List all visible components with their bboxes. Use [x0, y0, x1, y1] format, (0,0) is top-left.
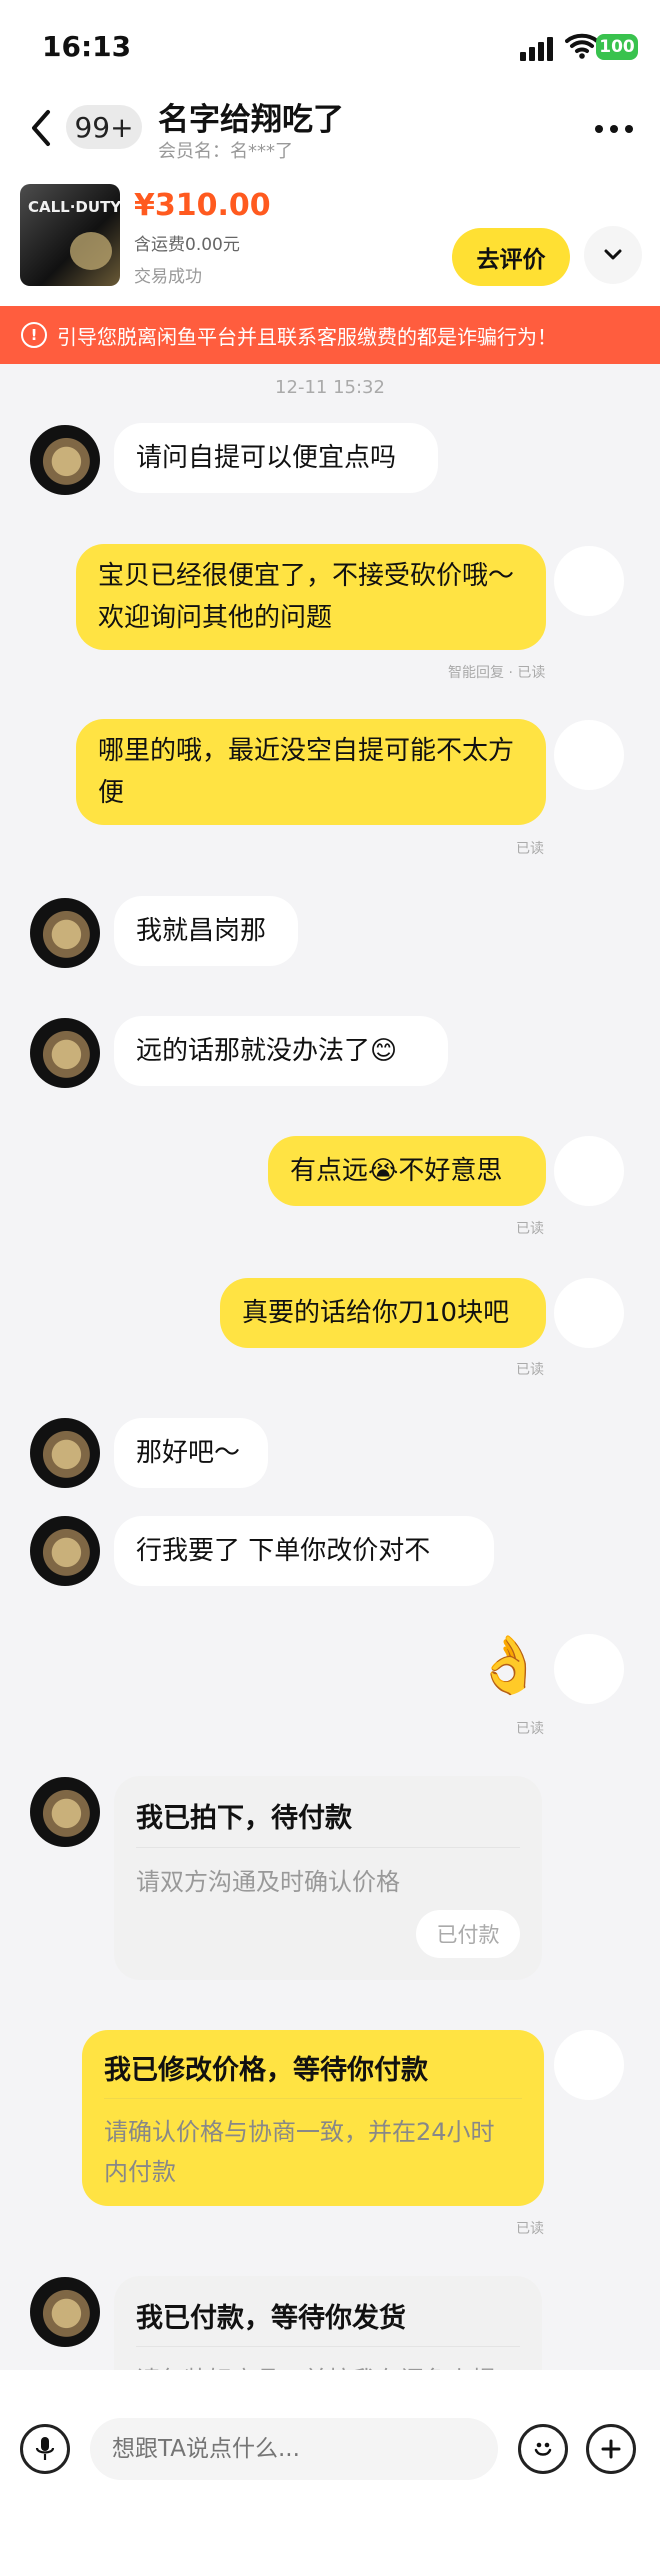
order-card-divider	[136, 2346, 520, 2347]
seller-avatar[interactable]	[30, 1516, 100, 1586]
more-icon[interactable]	[594, 124, 634, 134]
shipping-info: 含运费0.00元	[134, 235, 240, 255]
alert-icon: !	[21, 322, 47, 348]
status-time: 16:13	[42, 30, 132, 63]
message-meta: 已读	[516, 1221, 544, 1237]
order-card-text: 请确认价格与协商一致，并在24小时内付款	[104, 2118, 495, 2186]
chat-message: 哪里的哦，最近没空自提可能不太方便	[76, 719, 546, 825]
seller-avatar[interactable]	[30, 1777, 100, 1847]
product-image-art	[70, 232, 112, 270]
buyer-avatar[interactable]	[554, 1278, 624, 1348]
chat-message: 真要的话给你刀10块吧	[220, 1278, 546, 1348]
chat-message: 那好吧～	[114, 1418, 268, 1488]
seller-avatar[interactable]	[30, 2277, 100, 2347]
product-image-text: CALL·DUTY	[28, 198, 120, 216]
chat-message: 有点远😭不好意思	[268, 1136, 546, 1206]
order-card-text: 请双方沟通及时确认价格	[136, 1868, 400, 1896]
buyer-avatar[interactable]	[554, 720, 624, 790]
message-meta: 已读	[516, 2221, 544, 2237]
more-actions-button[interactable]	[586, 2424, 636, 2474]
unread-badge: 99+	[66, 105, 142, 149]
seller-avatar[interactable]	[30, 425, 100, 495]
microphone-icon	[35, 2437, 55, 2460]
back-icon[interactable]	[24, 106, 58, 150]
expand-button[interactable]	[584, 226, 642, 284]
buyer-avatar[interactable]	[554, 1634, 624, 1704]
signal-icon	[520, 37, 553, 61]
review-button[interactable]: 去评价	[452, 228, 570, 286]
voice-button[interactable]	[20, 2424, 70, 2474]
message-input[interactable]	[90, 2418, 498, 2480]
seller-avatar[interactable]	[30, 1418, 100, 1488]
order-card-title: 我已付款，等待你发货	[136, 2303, 406, 2334]
order-card-title: 我已修改价格，等待你付款	[104, 2055, 428, 2086]
member-name: 会员名：名***了	[158, 141, 293, 162]
product-price: ¥310.00	[134, 188, 271, 223]
buyer-avatar[interactable]	[554, 1136, 624, 1206]
paid-button[interactable]: 已付款	[416, 1910, 520, 1958]
fraud-warning: ! 引导您脱离闲鱼平台并且联系客服缴费的都是诈骗行为！	[0, 306, 660, 364]
emoji-icon	[534, 2442, 552, 2456]
order-card-divider	[136, 1847, 520, 1848]
battery-indicator: 100	[596, 34, 638, 60]
buyer-avatar[interactable]	[554, 546, 624, 616]
message-meta: 已读	[516, 1362, 544, 1378]
seller-avatar[interactable]	[30, 898, 100, 968]
seller-avatar[interactable]	[30, 1018, 100, 1088]
chat-message: 请问自提可以便宜点吗	[114, 423, 438, 493]
order-card-title: 我已拍下，待付款	[136, 1803, 352, 1834]
buyer-avatar[interactable]	[554, 2030, 624, 2100]
message-meta: 已读	[516, 841, 544, 857]
page-title: 名字给翔吃了	[158, 102, 344, 138]
wifi-icon	[565, 33, 599, 59]
emoji-button[interactable]	[518, 2424, 568, 2474]
chevron-down-icon	[604, 249, 622, 260]
chat-message: 行我要了 下单你改价对不	[114, 1516, 494, 1586]
order-card-divider	[104, 2098, 522, 2099]
message-meta: 已读	[516, 1721, 544, 1737]
deal-status: 交易成功	[134, 267, 202, 287]
fraud-warning-text: 引导您脱离闲鱼平台并且联系客服缴费的都是诈骗行为！	[57, 324, 557, 349]
chat-timestamp: 12-11 15:32	[275, 377, 385, 398]
plus-icon	[601, 2439, 621, 2459]
message-meta: 智能回复 · 已读	[448, 665, 546, 681]
chat-message: 我就昌岗那	[114, 896, 298, 966]
chat-message: 远的话那就没办法了😊	[114, 1016, 448, 1086]
chat-message: 宝贝已经很便宜了，不接受砍价哦～欢迎询问其他的问题	[76, 544, 546, 650]
ok-hand-emoji: 👌	[474, 1633, 544, 1698]
product-image[interactable]: CALL·DUTY	[20, 184, 120, 286]
